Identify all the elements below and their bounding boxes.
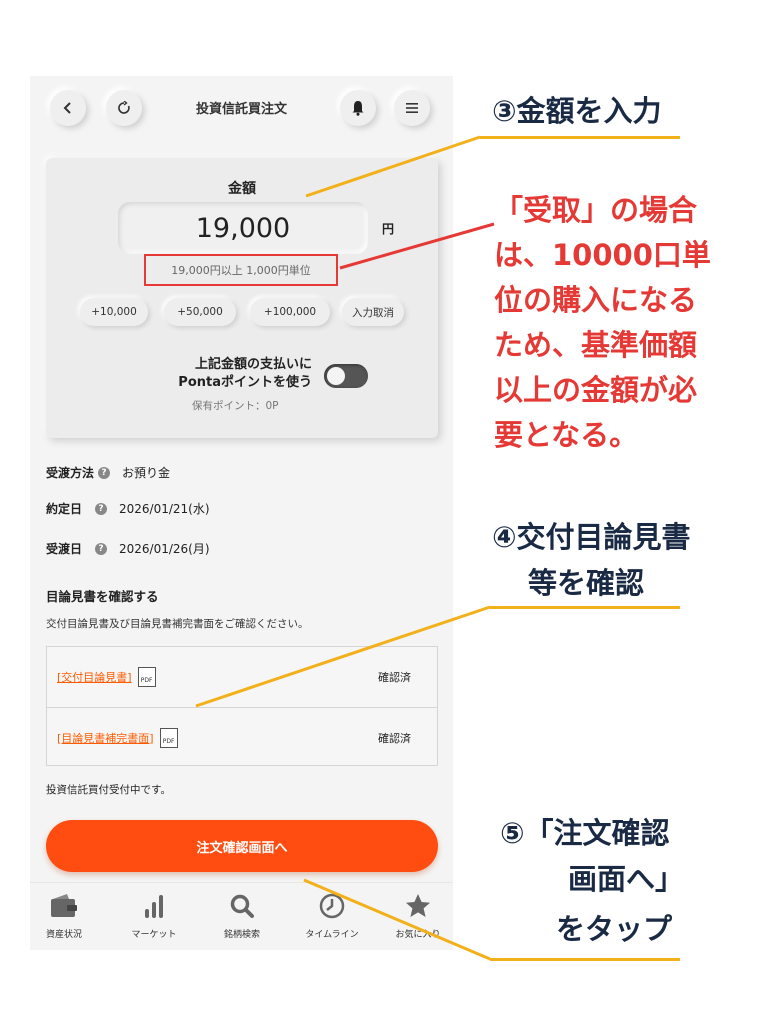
supplementary-document-link[interactable]: [目論見書補完書面] [57,730,154,746]
hamburger-menu-icon [406,103,418,113]
help-icon[interactable]: ? [95,542,107,555]
red-note-line: 位の購入になる [494,283,698,317]
tab-search[interactable]: 銘柄検索 [202,891,282,940]
page-title: 投資信託買注文 [195,102,287,117]
ponta-label-line2: Pontaポイントを使う [178,375,312,390]
tab-favorites[interactable]: お気に入り [378,891,453,940]
pdf-icon[interactable]: PDF [137,667,156,687]
delivery-date-value: 2026/01/26(月) [119,542,210,556]
delivery-method-row: 受渡方法 ? お預り金 [46,464,170,481]
annotation-step3: ③金額を入力 [492,94,662,128]
annotation-step5-line2: 画面へ」 [568,862,685,896]
amount-note: 19,000円以上 1,000円単位 [144,254,338,286]
delivery-method-value: お預り金 [122,466,171,480]
bar-chart-icon [145,895,163,918]
delivery-date-label: 受渡日 [46,542,83,556]
help-icon[interactable]: ? [98,466,111,479]
tab-label: タイムライン [305,930,359,940]
star-icon [406,894,430,917]
prospectus-section-subtitle: 交付目論見書及び目論見書補完書面をご確認ください。 [46,618,309,630]
accepting-message: 投資信託買付受付中です。 [46,784,171,796]
tab-label: 資産状況 [45,930,82,940]
clear-input-button[interactable]: 入力取消 [342,298,404,326]
delivery-method-label: 受渡方法 [46,466,95,480]
amount-unit: 円 [382,222,395,236]
tab-assets[interactable]: 資産状況 [30,891,104,940]
clock-icon [319,893,345,919]
annotation-step4-line1: ④交付目論見書 [492,520,691,554]
phone-screen: 投資信託買注文 金額 19,000 円 19,000円以上 1,000円単位 +… [30,76,453,950]
tab-market[interactable]: マーケット [114,891,194,940]
tab-label: 銘柄検索 [223,930,260,940]
help-icon[interactable]: ? [95,502,107,515]
ponta-label-line1: 上記金額の支払いに [194,357,312,372]
search-icon [230,894,254,918]
red-note-line: は、10000口単 [494,238,711,272]
ponta-label: 上記金額の支払いに Pontaポイントを使う [142,356,312,392]
prospectus-section-title: 目論見書を確認する [46,589,159,604]
bottom-tab-bar: 資産状況 マーケット 銘柄検索 タイムライン お気に入り [30,882,453,950]
table-row: [目論見書補完書面] PDF 確認済 [47,707,437,767]
order-confirm-button[interactable]: 注文確認画面へ [46,820,438,872]
annotation-underline [480,136,680,139]
table-row: [交付目論見書] PDF 確認済 [47,647,437,707]
contract-date-value: 2026/01/21(水) [119,502,210,516]
bell-icon [352,101,364,116]
annotation-step5-line3: をタップ [556,912,673,946]
annotation-underline [490,958,680,961]
red-note-line: ため、基準価額 [494,328,698,362]
annotation-red-note: 「受取」の場合 は、10000口単 位の購入になる ため、基準価額 以上の金額が… [494,188,711,458]
delivery-date-row: 受渡日 ? 2026/01/26(月) [46,540,210,557]
wallet-icon [51,894,77,917]
amount-label: 金額 [228,181,256,197]
contract-date-label: 約定日 [46,502,83,516]
annotation-step5-line1: ⑤「注文確認 [500,816,670,850]
amount-input[interactable]: 19,000 [118,202,368,254]
red-note-line: 以上の金額が必 [494,373,698,407]
tab-timeline[interactable]: タイムライン [292,891,372,940]
pdf-icon[interactable]: PDF [159,727,178,748]
red-note-line: 要となる。 [494,418,639,452]
annotation-step4-line2: 等を確認 [528,566,645,600]
red-note-line: 「受取」の場合 [494,193,698,227]
amount-card: 金額 19,000 円 19,000円以上 1,000円単位 +10,000 +… [46,158,438,438]
menu-button[interactable] [394,90,430,126]
tab-label: マーケット [131,930,177,940]
notification-button[interactable] [340,90,376,126]
toggle-knob [327,367,345,385]
confirmed-status: 確認済 [378,671,411,684]
held-points: 保有ポイント：0P [192,400,279,412]
prospectus-table: [交付目論見書] PDF 確認済 [目論見書補完書面] PDF 確認済 [46,646,438,766]
add-100000-button[interactable]: +100,000 [250,298,330,326]
confirmed-status: 確認済 [378,731,411,745]
tab-label: お気に入り [395,930,441,940]
app-header: 投資信託買注文 [30,76,453,142]
prospectus-link[interactable]: [交付目論見書] [57,669,132,685]
add-50000-button[interactable]: +50,000 [164,298,236,326]
ponta-toggle[interactable] [324,364,368,388]
contract-date-row: 約定日 ? 2026/01/21(水) [46,500,210,517]
annotation-underline [490,606,680,609]
add-10000-button[interactable]: +10,000 [80,298,148,326]
